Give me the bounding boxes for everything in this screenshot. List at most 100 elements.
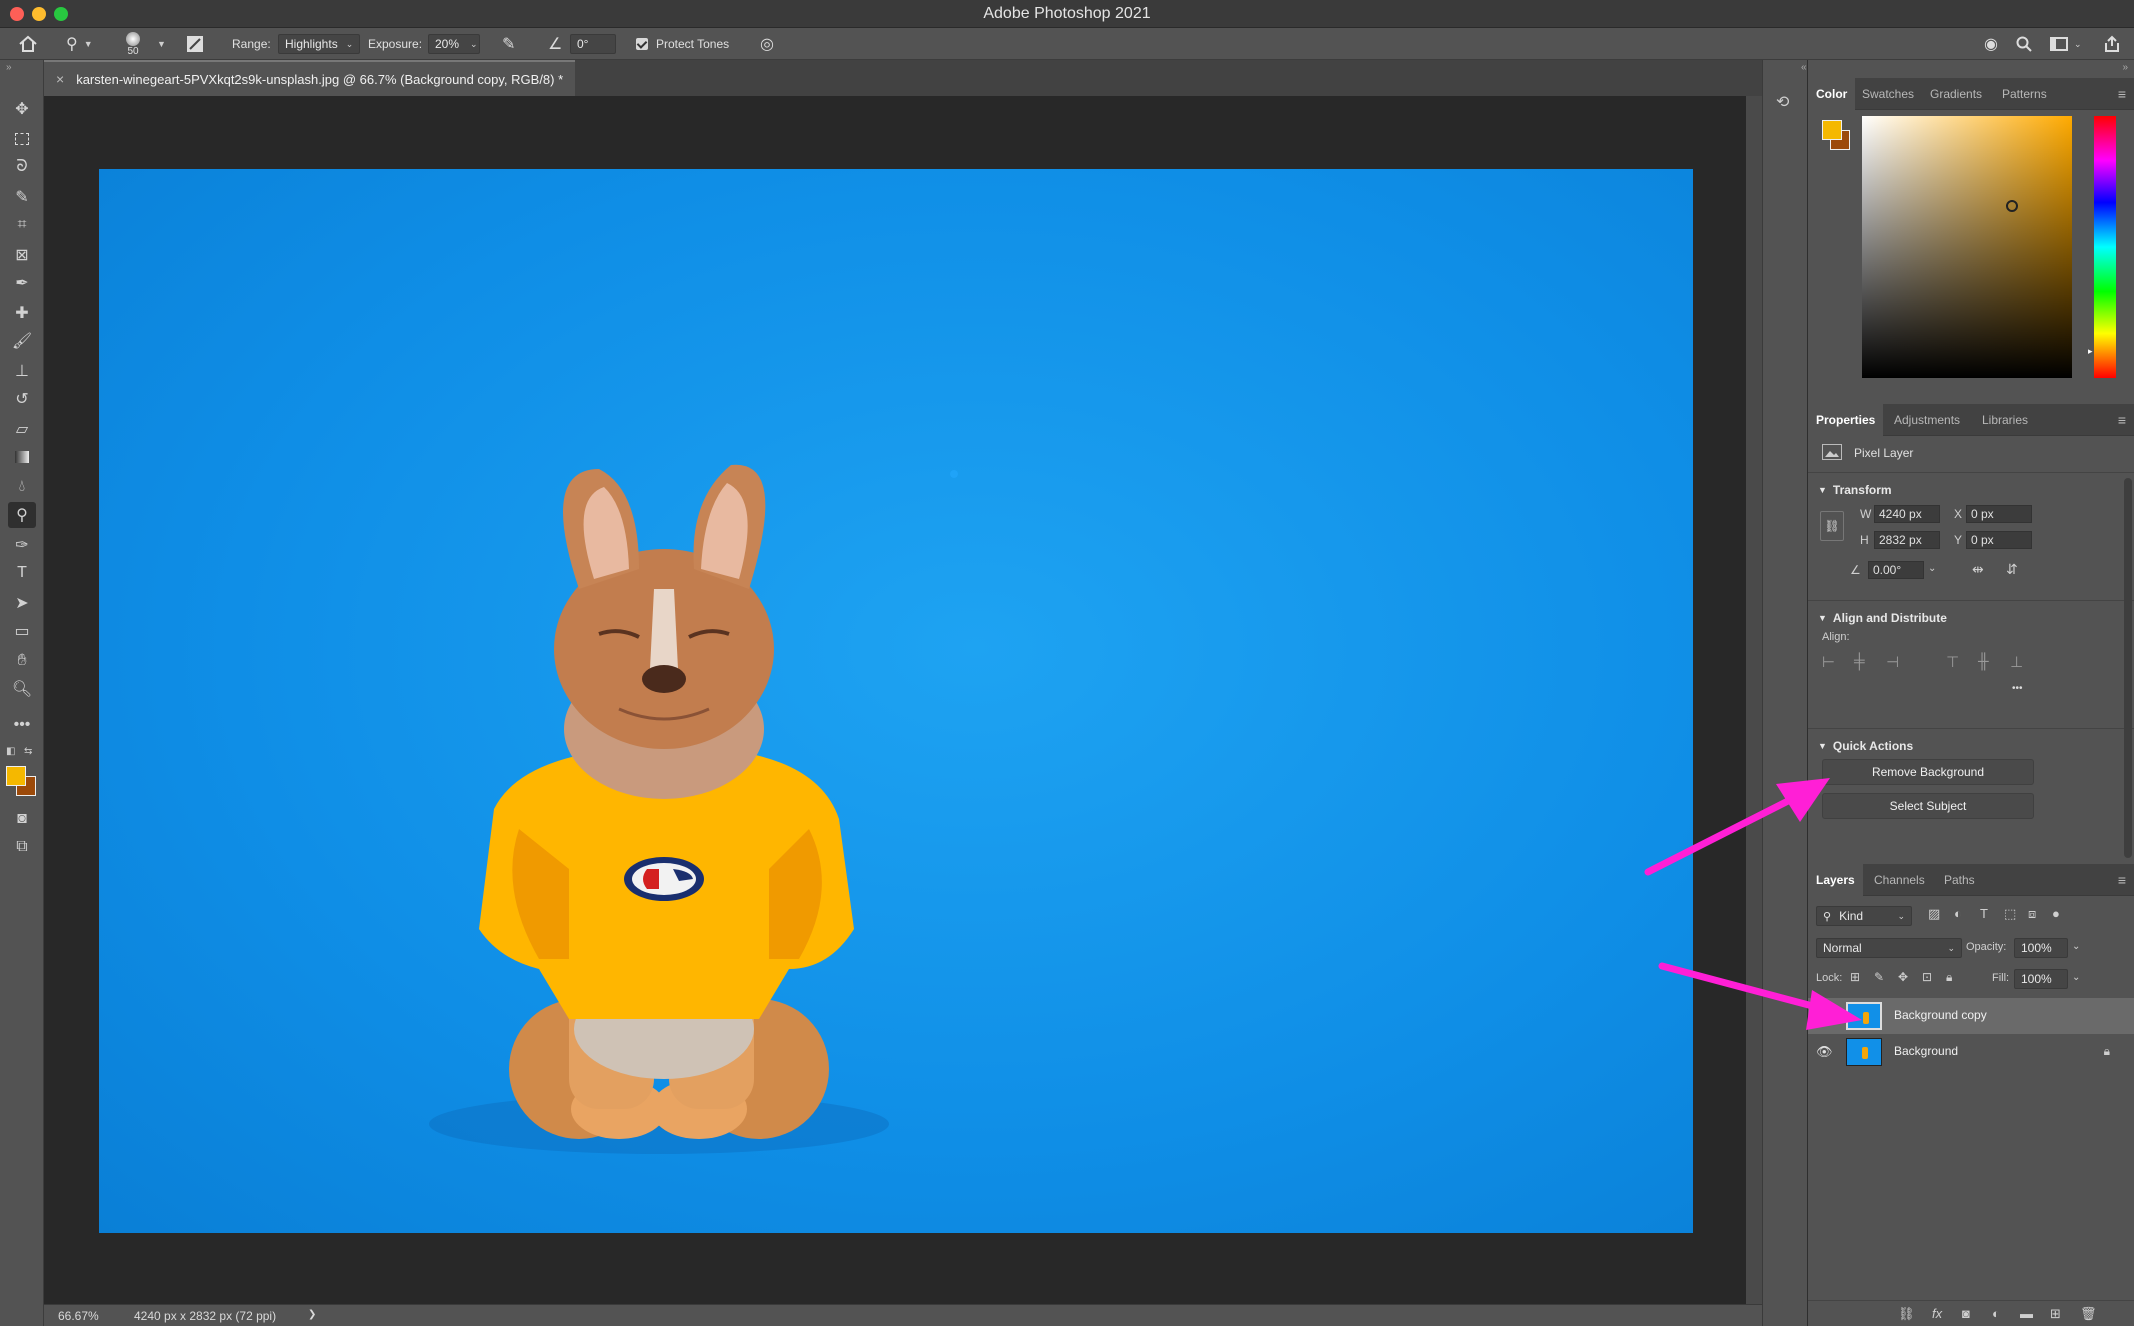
- zoom-level[interactable]: 66.67%: [58, 1309, 99, 1323]
- collapse-dock-icon[interactable]: «: [1801, 62, 1807, 73]
- color-field[interactable]: [1862, 116, 2072, 378]
- hue-slider[interactable]: ▸: [2088, 116, 2116, 378]
- rotation-field[interactable]: 0.00°: [1868, 561, 1924, 579]
- delete-layer-icon[interactable]: 🗑︎: [2080, 1306, 2097, 1322]
- tab-adjustments[interactable]: Adjustments: [1886, 404, 1968, 436]
- visibility-eye-icon[interactable]: 👁︎: [1816, 1008, 1833, 1024]
- document-tab[interactable]: × karsten-winegeart-5PVXkqt2s9k-unsplash…: [44, 60, 576, 96]
- brush-settings-icon[interactable]: [186, 28, 204, 60]
- lasso-tool-icon[interactable]: ᘐ: [8, 154, 36, 180]
- search-icon[interactable]: [2016, 28, 2032, 60]
- flip-vertical-icon[interactable]: ⇵: [2006, 561, 2018, 578]
- chevron-down-icon[interactable]: ⌄: [1928, 563, 1936, 574]
- history-panel-icon[interactable]: ⟲: [1776, 92, 1789, 112]
- eraser-tool-icon[interactable]: ▱: [8, 416, 36, 442]
- blur-tool-icon[interactable]: 💧︎: [8, 474, 36, 500]
- path-selection-tool-icon[interactable]: ➤: [8, 590, 36, 616]
- lock-all-icon[interactable]: 🔒︎: [1946, 970, 1952, 985]
- marquee-tool-icon[interactable]: [8, 126, 36, 152]
- align-right-edges-icon[interactable]: ⊣: [1886, 653, 1899, 671]
- lock-transparent-pixels-icon[interactable]: ⊞: [1850, 970, 1860, 984]
- rectangle-tool-icon[interactable]: ▭: [8, 618, 36, 644]
- frame-tool-icon[interactable]: ⊠: [8, 242, 36, 268]
- lock-position-icon[interactable]: ✥: [1898, 970, 1908, 984]
- gradient-tool-icon[interactable]: [8, 444, 36, 470]
- type-filter-icon[interactable]: T: [1980, 906, 1988, 921]
- color-picker-handle[interactable]: [2006, 200, 2018, 212]
- home-icon[interactable]: [18, 28, 38, 60]
- eyedropper-tool-icon[interactable]: ✒: [8, 270, 36, 296]
- brush-tool-icon[interactable]: 🖌︎: [8, 328, 36, 354]
- type-tool-icon[interactable]: T: [8, 560, 36, 586]
- learn-icon[interactable]: ◉: [1984, 28, 1998, 60]
- angle-field[interactable]: 0°: [570, 34, 616, 54]
- chevron-down-icon[interactable]: ⌄: [2072, 972, 2080, 983]
- fill-field[interactable]: 100%: [2014, 969, 2068, 989]
- tab-layers[interactable]: Layers: [1808, 864, 1863, 896]
- tab-color[interactable]: Color: [1808, 78, 1856, 110]
- dodge-tool-icon[interactable]: ⚲: [8, 502, 36, 528]
- screen-mode-icon[interactable]: ⧉: [8, 834, 36, 860]
- expand-toolbar-icon[interactable]: »: [6, 62, 12, 73]
- new-group-icon[interactable]: ▬: [2020, 1306, 2033, 1321]
- adjustment-filter-icon[interactable]: ◐: [1954, 906, 1962, 921]
- panel-menu-icon[interactable]: ≡: [2118, 872, 2126, 888]
- document-image[interactable]: [99, 169, 1693, 1233]
- tab-channels[interactable]: Channels: [1866, 864, 1933, 896]
- move-tool-icon[interactable]: ✥: [8, 96, 36, 122]
- zoom-tool-icon[interactable]: 🔍︎: [8, 676, 36, 702]
- default-colors-icon[interactable]: ◧: [6, 746, 15, 757]
- quick-actions-toggle[interactable]: ▼ Quick Actions: [1818, 739, 1913, 753]
- tab-swatches[interactable]: Swatches: [1854, 78, 1922, 110]
- workspace-switcher[interactable]: ⌄: [2050, 28, 2082, 60]
- lock-artboard-icon[interactable]: ⊡: [1922, 970, 1932, 984]
- properties-scrollbar[interactable]: [2124, 478, 2132, 858]
- clone-stamp-tool-icon[interactable]: ⊥: [8, 358, 36, 384]
- history-brush-tool-icon[interactable]: ↺: [8, 386, 36, 412]
- quick-selection-tool-icon[interactable]: ✎: [8, 184, 36, 210]
- pressure-icon[interactable]: ◎: [760, 28, 774, 60]
- panel-menu-icon[interactable]: ≡: [2118, 412, 2126, 428]
- align-vertical-centers-icon[interactable]: ╫: [1978, 653, 1989, 670]
- brush-size-picker[interactable]: 50: [126, 28, 140, 60]
- hand-tool-icon[interactable]: ✋︎: [8, 648, 36, 674]
- new-layer-icon[interactable]: ⊞: [2050, 1306, 2061, 1322]
- pen-tool-icon[interactable]: ✑: [8, 532, 36, 558]
- link-layers-icon[interactable]: ⛓︎: [1898, 1306, 1915, 1322]
- swap-colors-icon[interactable]: ⇆: [24, 746, 32, 757]
- smart-object-filter-icon[interactable]: ⧈: [2028, 906, 2036, 922]
- add-mask-icon[interactable]: ◙: [1962, 1306, 1970, 1321]
- layer-style-icon[interactable]: fx: [1932, 1306, 1942, 1321]
- x-field[interactable]: 0 px: [1966, 505, 2032, 523]
- width-field[interactable]: 4240 px: [1874, 505, 1940, 523]
- link-dimensions-icon[interactable]: ⛓︎: [1820, 511, 1844, 541]
- tab-patterns[interactable]: Patterns: [1994, 78, 2055, 110]
- collapse-panels-icon[interactable]: »: [2122, 62, 2128, 73]
- tab-gradients[interactable]: Gradients: [1922, 78, 1990, 110]
- more-tools-icon[interactable]: •••: [8, 712, 36, 738]
- transform-section-toggle[interactable]: ▼ Transform: [1818, 483, 1892, 497]
- quick-mask-icon[interactable]: ◙: [8, 806, 36, 832]
- shape-filter-icon[interactable]: ⬚: [2004, 906, 2016, 922]
- remove-background-button[interactable]: Remove Background: [1822, 759, 2034, 785]
- tool-preset-picker[interactable]: ⚲ ▼: [66, 28, 93, 60]
- protect-tones-checkbox[interactable]: Protect Tones: [636, 28, 729, 60]
- tab-libraries[interactable]: Libraries: [1974, 404, 2036, 436]
- select-subject-button[interactable]: Select Subject: [1822, 793, 2034, 819]
- airbrush-icon[interactable]: ✎: [502, 28, 515, 60]
- exposure-chevron-icon[interactable]: ⌄: [470, 28, 478, 60]
- layer-row-background-copy[interactable]: 👁︎ Background copy: [1808, 998, 2134, 1034]
- share-icon[interactable]: [2104, 28, 2120, 60]
- status-menu-arrow-icon[interactable]: ❯: [308, 1309, 316, 1320]
- foreground-color-chip[interactable]: [1822, 120, 1842, 140]
- layer-name[interactable]: Background copy: [1894, 1008, 1987, 1022]
- canvas-area[interactable]: [44, 96, 1746, 1304]
- lock-image-pixels-icon[interactable]: ✎: [1874, 970, 1884, 984]
- crop-tool-icon[interactable]: ⌗: [8, 212, 36, 238]
- visibility-eye-icon[interactable]: 👁︎: [1816, 1044, 1833, 1060]
- layer-name[interactable]: Background: [1894, 1044, 1958, 1058]
- pixel-filter-icon[interactable]: ▨: [1928, 906, 1940, 922]
- vertical-scrollbar[interactable]: [1746, 96, 1762, 1304]
- align-section-toggle[interactable]: ▼ Align and Distribute: [1818, 611, 1947, 625]
- tab-properties[interactable]: Properties: [1808, 404, 1884, 436]
